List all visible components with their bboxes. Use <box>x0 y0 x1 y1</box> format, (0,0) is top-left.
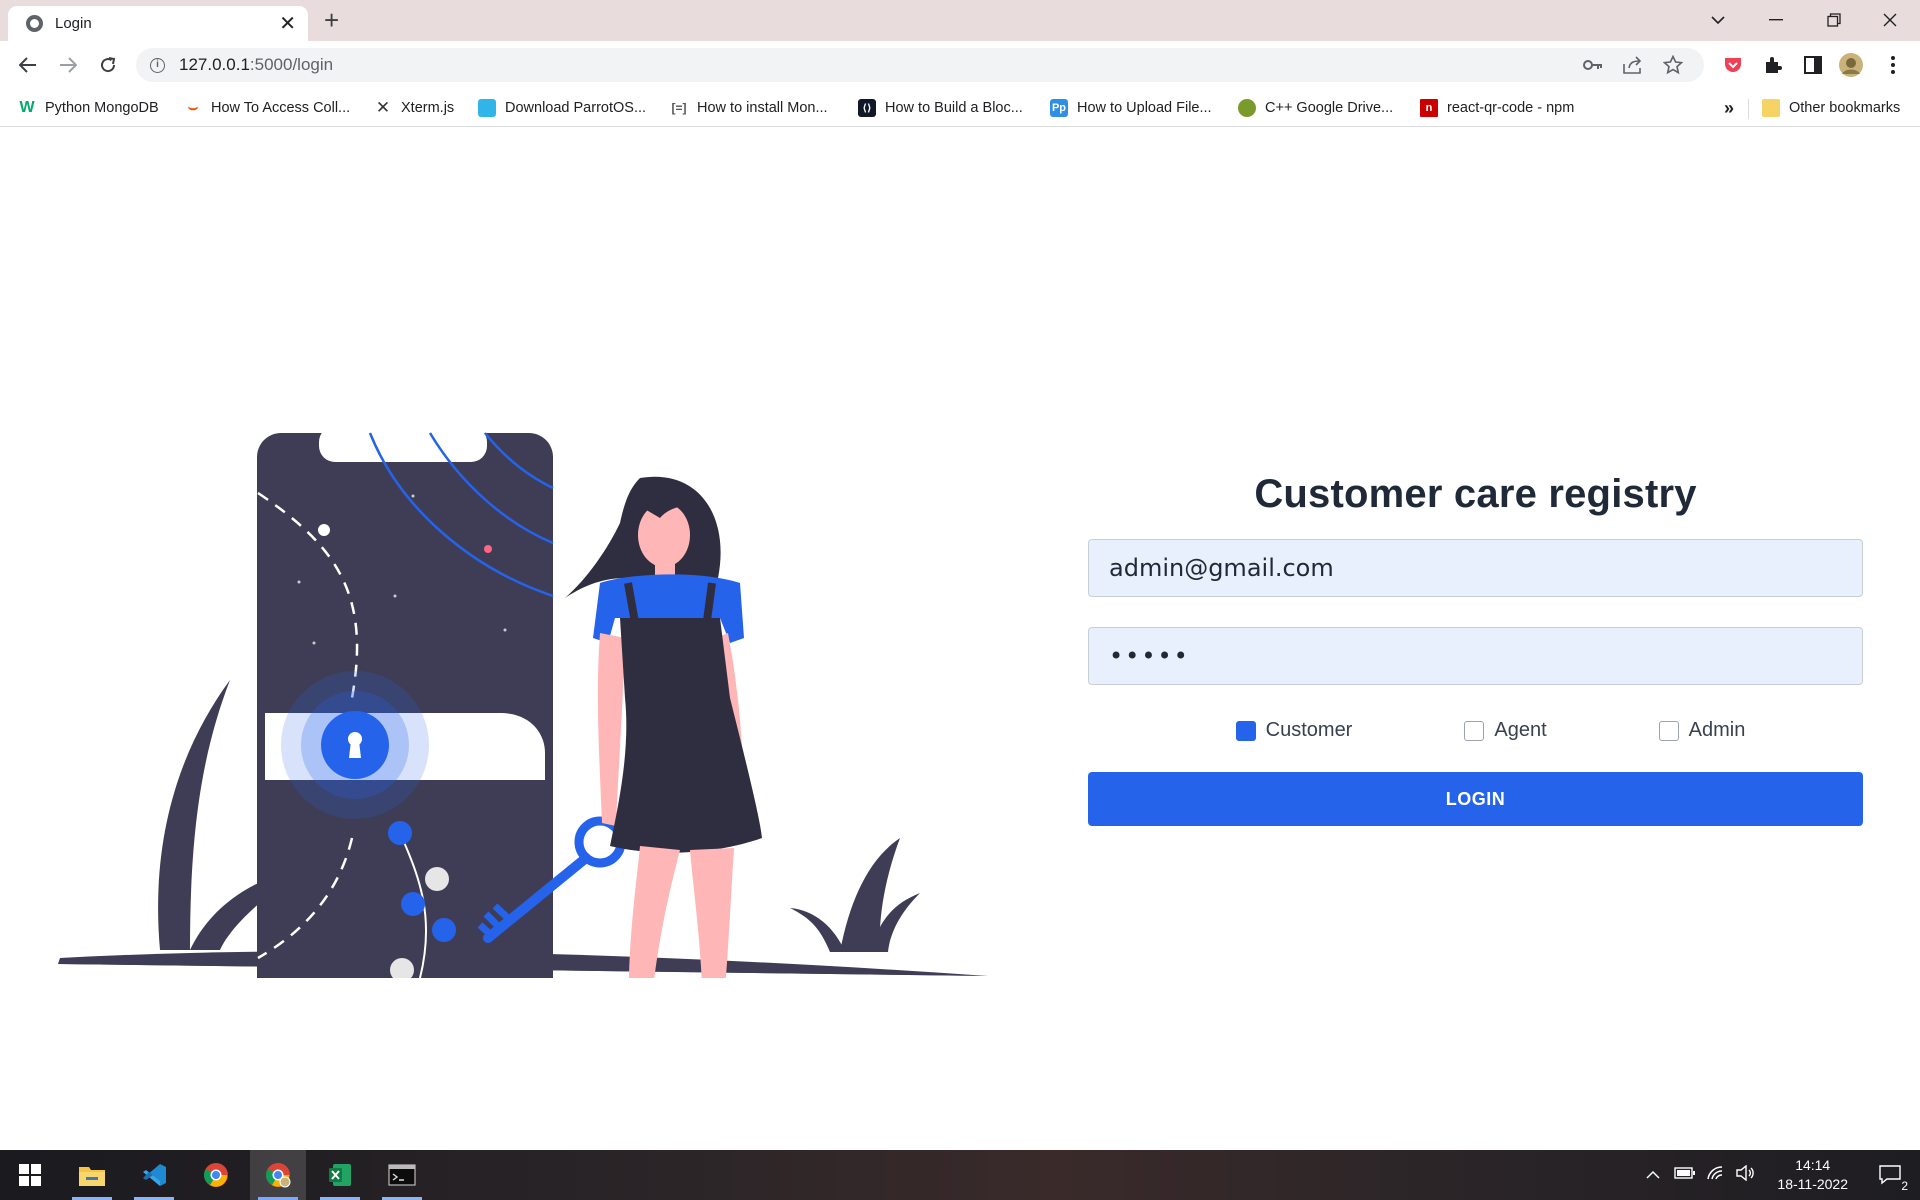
wifi-icon[interactable] <box>1706 1165 1726 1186</box>
bookmark-item[interactable]: Download ParrotOS... <box>478 97 646 119</box>
globe-icon <box>26 15 43 32</box>
bookmarks-divider <box>1748 99 1749 119</box>
reload-button[interactable] <box>92 49 124 81</box>
start-button[interactable] <box>2 1150 58 1200</box>
login-page: Customer care registry admin@gmail.com •… <box>0 128 1920 1150</box>
folder-icon <box>1762 99 1780 117</box>
menu-icon[interactable] <box>1880 52 1906 78</box>
battery-icon[interactable] <box>1674 1166 1696 1185</box>
close-window-button[interactable] <box>1870 4 1910 36</box>
bookmark-item[interactable]: W Python MongoDB <box>18 97 158 119</box>
xterm-icon: ✕ <box>375 98 391 117</box>
bookmark-item[interactable]: n react-qr-code - npm <box>1420 97 1574 119</box>
bookmark-item[interactable]: ⟨⟩ How to Build a Bloc... <box>858 97 1023 119</box>
swoosh-icon: ⌣ <box>187 99 199 116</box>
chrome-icon[interactable] <box>188 1150 244 1200</box>
bookmark-item[interactable]: C++ Google Drive... <box>1238 97 1393 119</box>
file-explorer-icon[interactable] <box>64 1150 120 1200</box>
bookmarks-overflow-button[interactable]: » <box>1724 97 1734 119</box>
side-panel-icon[interactable] <box>1800 52 1826 78</box>
forward-button[interactable] <box>52 49 84 81</box>
page-title: Customer care registry <box>1254 472 1697 516</box>
bookmark-item[interactable]: [=] How to install Mon... <box>670 97 828 119</box>
taskbar: 14:14 18-11-2022 2 <box>0 1150 1920 1200</box>
volume-icon[interactable] <box>1736 1164 1756 1186</box>
parrot-icon <box>478 99 496 117</box>
bookmark-item[interactable]: ⌣ How To Access Coll... <box>184 97 350 119</box>
other-bookmarks[interactable]: Other bookmarks <box>1762 97 1900 119</box>
login-button[interactable]: LOGIN <box>1088 772 1863 826</box>
tab-title: Login <box>55 15 92 32</box>
tab-search-icon[interactable] <box>1698 4 1738 36</box>
bookmark-item[interactable]: Pp How to Upload File... <box>1050 97 1212 119</box>
site-info-icon[interactable]: i <box>150 57 165 73</box>
tab-strip: Login ✕ + <box>0 0 1920 41</box>
browser-toolbar: i 127.0.0.1:5000/login <box>0 41 1920 89</box>
build-icon: ⟨⟩ <box>858 99 876 117</box>
chrome-profile-icon[interactable] <box>250 1150 306 1200</box>
back-button[interactable] <box>12 49 44 81</box>
url-text: 127.0.0.1:5000/login <box>179 55 334 74</box>
show-hidden-icons[interactable] <box>1646 1166 1660 1184</box>
cpp-icon <box>1238 99 1256 117</box>
agent-checkbox[interactable] <box>1464 720 1485 741</box>
system-tray <box>1646 1150 1756 1200</box>
npm-icon: n <box>1420 99 1438 117</box>
bookmark-item[interactable]: ✕ Xterm.js <box>374 97 454 119</box>
customer-checkbox[interactable] <box>1235 720 1256 741</box>
security-illustration <box>58 426 988 978</box>
notification-count: 2 <box>1901 1179 1908 1193</box>
star-icon[interactable] <box>1662 54 1684 76</box>
restore-button[interactable] <box>1814 4 1854 36</box>
pp-icon: Pp <box>1050 99 1068 117</box>
clock-time: 14:14 <box>1795 1157 1831 1173</box>
excel-icon[interactable] <box>312 1150 368 1200</box>
vscode-icon[interactable] <box>126 1150 182 1200</box>
clock[interactable]: 14:14 18-11-2022 <box>1777 1156 1848 1194</box>
extensions-icon[interactable] <box>1760 52 1786 78</box>
tab-login[interactable]: Login ✕ <box>8 6 308 41</box>
email-field[interactable]: admin@gmail.com <box>1088 539 1863 597</box>
profile-avatar[interactable] <box>1838 52 1864 78</box>
pocket-icon[interactable] <box>1720 52 1746 78</box>
install-icon: [=] <box>671 101 687 115</box>
admin-checkbox[interactable] <box>1658 720 1679 741</box>
notifications-icon[interactable]: 2 <box>1862 1150 1918 1200</box>
terminal-icon[interactable] <box>374 1150 430 1200</box>
password-field[interactable]: ••••• <box>1088 627 1863 685</box>
share-icon[interactable] <box>1622 54 1644 76</box>
login-form: Customer care registry admin@gmail.com •… <box>1088 472 1863 826</box>
key-icon[interactable] <box>1582 54 1604 76</box>
role-customer[interactable]: Customer <box>1235 719 1352 742</box>
role-admin[interactable]: Admin <box>1658 719 1745 742</box>
role-selector: Customer Agent Admin <box>1118 719 1863 742</box>
new-tab-button[interactable]: + <box>324 6 339 34</box>
bookmarks-bar: W Python MongoDB ⌣ How To Access Coll...… <box>0 89 1920 127</box>
w3schools-icon: W <box>19 99 35 116</box>
clock-date: 18-11-2022 <box>1777 1176 1848 1192</box>
minimize-button[interactable] <box>1756 4 1796 36</box>
close-tab-icon[interactable]: ✕ <box>279 11 296 36</box>
role-agent[interactable]: Agent <box>1464 719 1547 742</box>
address-bar[interactable]: i 127.0.0.1:5000/login <box>136 48 1704 82</box>
